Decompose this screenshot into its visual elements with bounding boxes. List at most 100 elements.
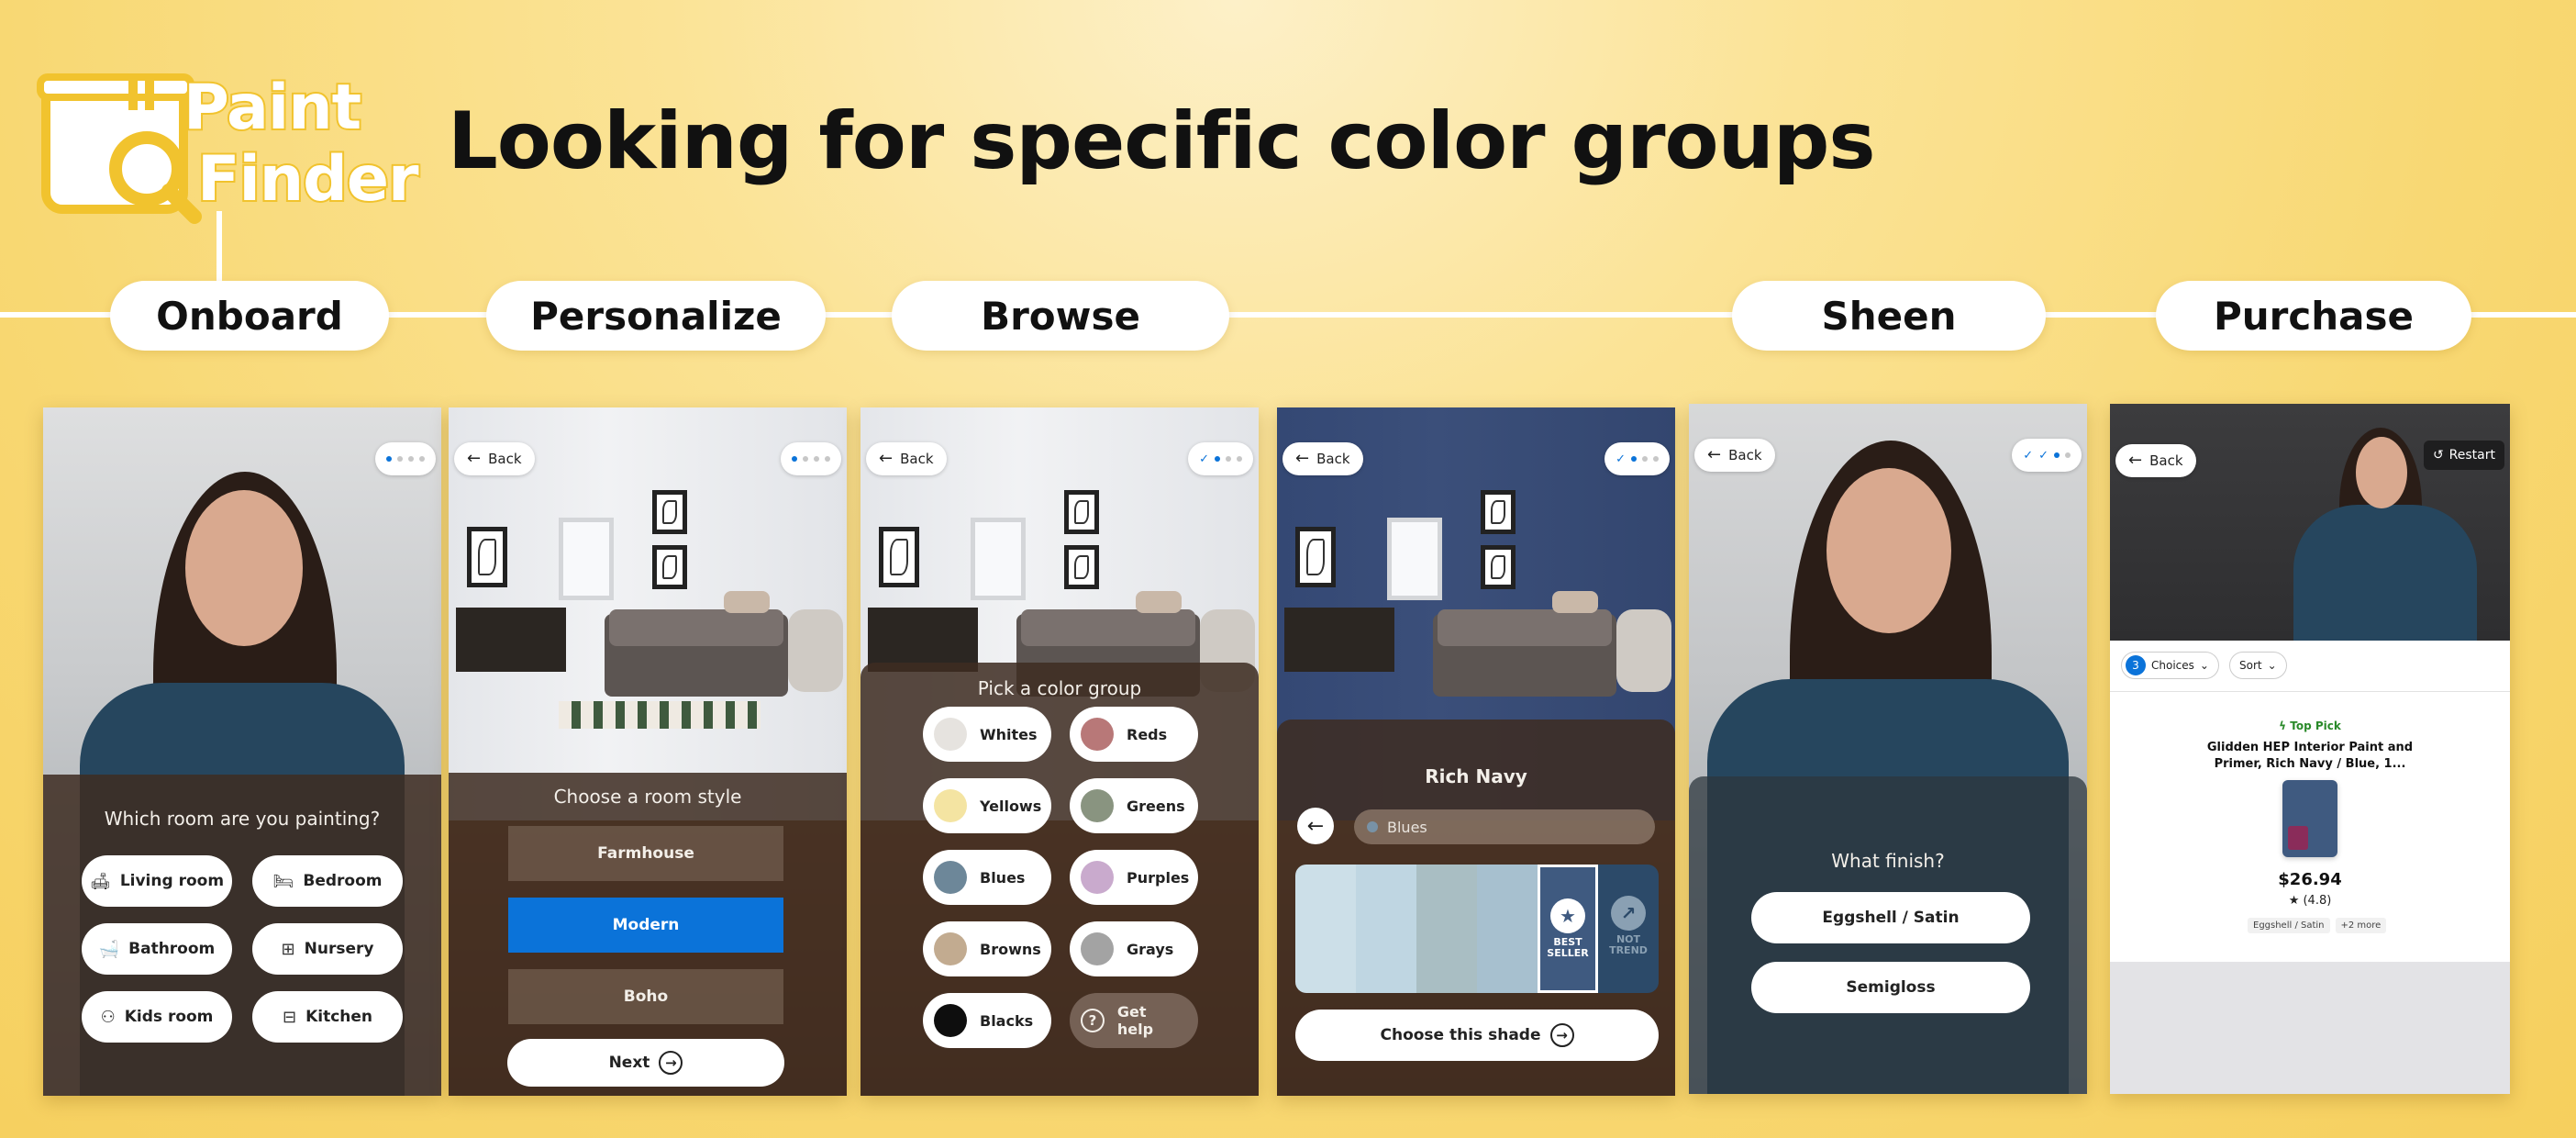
color-group-browns[interactable]: Browns bbox=[923, 921, 1051, 976]
room-option-kitchen[interactable]: ⊟ Kitchen bbox=[252, 991, 403, 1043]
color-group-label: Whites bbox=[980, 725, 1038, 743]
presenter-video bbox=[2110, 404, 2510, 652]
finish-option-eggshell[interactable]: Eggshell / Satin bbox=[1751, 892, 2030, 943]
back-label: Back bbox=[488, 451, 522, 467]
room-option-bathroom[interactable]: 🛁 Bathroom bbox=[82, 923, 232, 975]
back-label: Back bbox=[1316, 451, 1350, 467]
room-option-living-room[interactable]: 🛋 Living room bbox=[82, 855, 232, 907]
color-group-greens[interactable]: Greens bbox=[1070, 778, 1198, 833]
back-button[interactable]: ← Back bbox=[866, 442, 947, 475]
screen-sheen: ← Back ✓ ✓ What finish? Eggshell / Satin S… bbox=[1689, 404, 2087, 1094]
style-option-farmhouse[interactable]: Farmhouse bbox=[508, 826, 783, 881]
color-group-whites[interactable]: Whites bbox=[923, 707, 1051, 762]
finish-question: What finish? bbox=[1831, 850, 1945, 872]
shade-strip: ★ BEST SELLER ↗ NOT TREND bbox=[1295, 865, 1659, 993]
room-option-kids-room[interactable]: ⚇ Kids room bbox=[82, 991, 232, 1043]
finish-option-semigloss[interactable]: Semigloss bbox=[1751, 962, 2030, 1013]
progress-dots bbox=[375, 442, 436, 475]
swatch-reds bbox=[1081, 718, 1114, 751]
sofa-icon: 🛋 bbox=[89, 871, 111, 891]
shade-swatch[interactable] bbox=[1416, 865, 1477, 993]
choices-button[interactable]: 3 Choices ⌄ bbox=[2121, 652, 2219, 679]
back-button[interactable]: ← Back bbox=[454, 442, 535, 475]
spark-icon: ϟ bbox=[2279, 720, 2291, 732]
shade-name: Rich Navy bbox=[1425, 765, 1527, 787]
chip-label: Blues bbox=[1387, 818, 1427, 836]
progress-dots: ✓ bbox=[1188, 442, 1253, 475]
color-group-blacks[interactable]: Blacks bbox=[923, 993, 1051, 1048]
room-label: Living room bbox=[119, 872, 225, 890]
shade-swatch[interactable] bbox=[1295, 865, 1356, 993]
logo-word-paint: Paint bbox=[182, 72, 363, 144]
color-group-question: Pick a color group bbox=[977, 677, 1142, 699]
get-help-button[interactable]: ? Get help bbox=[1070, 993, 1198, 1048]
color-group-label: Purples bbox=[1127, 868, 1190, 887]
back-label: Back bbox=[2149, 452, 2183, 469]
color-group-purples[interactable]: Purples bbox=[1070, 850, 1198, 905]
room-label: Nursery bbox=[304, 940, 374, 958]
back-button[interactable]: ← Back bbox=[1694, 439, 1775, 472]
back-label: Back bbox=[1728, 447, 1762, 463]
back-button[interactable]: ← Back bbox=[1282, 442, 1363, 475]
color-group-reds[interactable]: Reds bbox=[1070, 707, 1198, 762]
color-group-chip[interactable]: Blues bbox=[1354, 809, 1655, 844]
restart-icon: ↺ bbox=[2432, 448, 2444, 463]
style-option-modern[interactable]: Modern bbox=[508, 898, 783, 953]
logo-word-finder: Finder bbox=[195, 143, 420, 216]
room-question: Which room are you painting? bbox=[104, 808, 381, 830]
best-seller-label: BEST SELLER bbox=[1547, 936, 1589, 960]
star-icon: ★ bbox=[1550, 898, 1585, 933]
back-button[interactable]: ← Back bbox=[2115, 444, 2196, 477]
style-option-boho[interactable]: Boho bbox=[508, 969, 783, 1024]
color-group-blues[interactable]: Blues bbox=[923, 850, 1051, 905]
product-card[interactable]: ϟ Top Pick Glidden HEP Interior Paint an… bbox=[2110, 692, 2510, 962]
progress-dots: ✓ ✓ bbox=[2012, 439, 2082, 472]
restart-button[interactable]: ↺ Restart bbox=[2423, 441, 2504, 470]
not-trend-label-1: NOT bbox=[1616, 933, 1641, 945]
room-option-nursery[interactable]: ⊞ Nursery bbox=[252, 923, 403, 975]
room-picker: Which room are you painting? 🛋 Living roo… bbox=[43, 775, 441, 1096]
arrow-left-icon: ← bbox=[1295, 449, 1310, 468]
style-question: Choose a room style bbox=[553, 786, 742, 808]
product-title-line2: Primer, Rich Navy / Blue, 1... bbox=[2214, 756, 2406, 771]
tag-more[interactable]: +2 more bbox=[2335, 918, 2387, 933]
sort-button[interactable]: Sort ⌄ bbox=[2229, 652, 2287, 679]
screen-shade: ← Back ✓ Rich Navy ← Blues ★ BEST SELLER ↗… bbox=[1277, 407, 1675, 1096]
room-label: Bathroom bbox=[128, 940, 216, 958]
arrow-left-icon: ← bbox=[467, 449, 482, 468]
progress-dots: ✓ bbox=[1604, 442, 1670, 475]
back-label: Back bbox=[900, 451, 934, 467]
trend-icon: ↗ bbox=[1611, 896, 1646, 931]
color-group-label: Blues bbox=[980, 868, 1026, 887]
choose-shade-button[interactable]: Choose this shade → bbox=[1295, 1010, 1659, 1061]
shade-swatch[interactable]: ↗ NOT TREND bbox=[1598, 865, 1659, 993]
get-help-label: Get help bbox=[1116, 1003, 1154, 1038]
next-label: Next bbox=[608, 1054, 650, 1072]
back-arrow-icon[interactable]: ← bbox=[1297, 808, 1334, 844]
swatch-blues bbox=[934, 861, 967, 894]
chevron-down-icon: ⌄ bbox=[2199, 659, 2209, 672]
product-price: $26.94 bbox=[2278, 870, 2342, 889]
screen-browse: ← Back ✓ Pick a color group Whites Reds Y… bbox=[861, 407, 1259, 1096]
shade-swatch[interactable] bbox=[1356, 865, 1416, 993]
top-pick-text: Top Pick bbox=[2290, 720, 2341, 732]
shade-swatch-selected[interactable]: ★ BEST SELLER bbox=[1538, 865, 1598, 993]
swatch-grays bbox=[1081, 932, 1114, 965]
color-group-grays[interactable]: Grays bbox=[1070, 921, 1198, 976]
color-group-label: Grays bbox=[1127, 940, 1174, 958]
arrow-left-icon: ← bbox=[2128, 451, 2143, 470]
color-group-yellows[interactable]: Yellows bbox=[923, 778, 1051, 833]
shade-swatch[interactable] bbox=[1477, 865, 1538, 993]
screen-onboard: Which room are you painting? 🛋 Living roo… bbox=[43, 407, 441, 1096]
room-option-bedroom[interactable]: 🛏 Bedroom bbox=[252, 855, 403, 907]
product-image[interactable] bbox=[2282, 780, 2337, 857]
room-label: Kitchen bbox=[305, 1008, 373, 1026]
step-sheen: Sheen bbox=[1732, 281, 2046, 351]
color-group-label: Reds bbox=[1127, 725, 1168, 743]
next-button[interactable]: Next → bbox=[507, 1039, 784, 1087]
tag-sheen: Eggshell / Satin bbox=[2248, 918, 2330, 933]
choose-shade-label: Choose this shade bbox=[1380, 1026, 1541, 1044]
product-title[interactable]: Glidden HEP Interior Paint and Primer, Ri… bbox=[2110, 740, 2510, 772]
color-group-label: Greens bbox=[1127, 797, 1185, 815]
arrow-right-circle-icon: → bbox=[659, 1051, 683, 1075]
